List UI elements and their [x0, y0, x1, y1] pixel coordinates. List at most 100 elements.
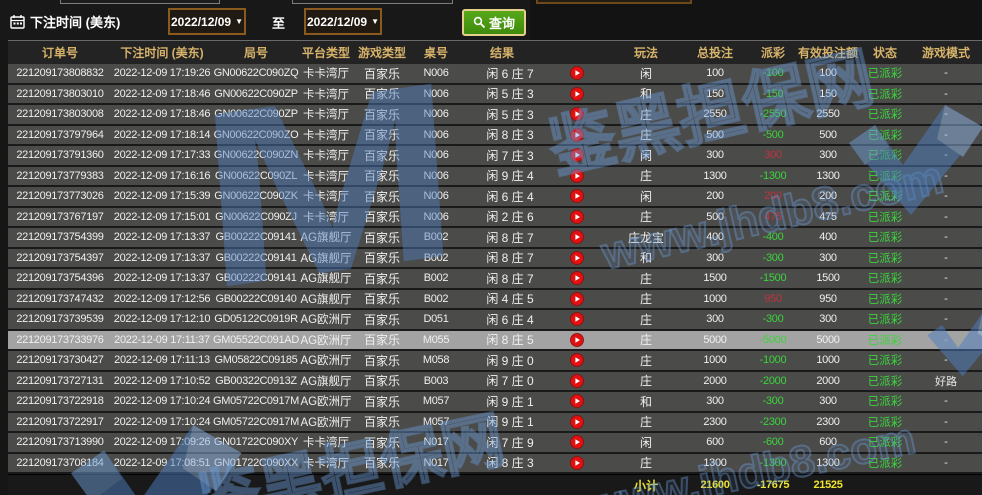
play-method-cell: 闲: [612, 147, 680, 164]
order-number-cell: 221209173754397: [8, 252, 112, 264]
valid-bet-cell: 1500: [796, 272, 860, 284]
play-method-cell: 庄: [612, 106, 680, 123]
table-row[interactable]: 221209173747432 2022-12-09 17:12:56 GB00…: [8, 290, 982, 311]
platform-type-cell: AG欧洲厅: [300, 311, 352, 327]
status-badge: 已派彩: [860, 127, 910, 143]
replay-play-icon[interactable]: [570, 394, 584, 408]
table-row[interactable]: 221209173730427 2022-12-09 17:11:13 GM05…: [8, 351, 982, 372]
replay-play-icon[interactable]: [570, 374, 584, 388]
table-row[interactable]: 221209173803008 2022-12-09 17:18:46 GN00…: [8, 105, 982, 126]
table-row[interactable]: 221209173713990 2022-12-09 17:09:26 GN01…: [8, 433, 982, 454]
game-mode-cell: 好路: [910, 373, 982, 389]
table-number-cell: B002: [412, 293, 460, 305]
status-badge: 已派彩: [860, 188, 910, 204]
table-row[interactable]: 221209173727131 2022-12-09 17:10:52 GB00…: [8, 372, 982, 393]
replay-play-icon[interactable]: [570, 435, 584, 449]
column-header: 结果: [460, 44, 612, 61]
payout-cell: -100: [750, 67, 796, 79]
subtotal-payout: -17675: [750, 479, 796, 491]
game-type-cell: 百家乐: [352, 249, 412, 266]
platform-type-cell: 卡卡湾厅: [300, 65, 352, 81]
replay-play-icon[interactable]: [570, 415, 584, 429]
table-row[interactable]: 221209173754396 2022-12-09 17:13:37 GB00…: [8, 269, 982, 290]
valid-bet-cell: 475: [796, 211, 860, 223]
table-row[interactable]: 221209173803010 2022-12-09 17:18:46 GN00…: [8, 85, 982, 106]
table-row[interactable]: 221209173754399 2022-12-09 17:13:37 GB00…: [8, 228, 982, 249]
replay-play-icon[interactable]: [570, 456, 584, 470]
table-row[interactable]: 221209173722918 2022-12-09 17:10:24 GM05…: [8, 392, 982, 413]
payout-cell: -300: [750, 313, 796, 325]
status-badge: 已派彩: [860, 250, 910, 266]
game-mode-cell: -: [910, 108, 982, 120]
round-number-cell: GD05122C0919R: [212, 313, 300, 325]
replay-play-icon[interactable]: [570, 251, 584, 265]
cropped-input-top-2: [292, 0, 453, 4]
order-number-cell: 221209173791360: [8, 149, 112, 161]
replay-play-icon[interactable]: [570, 271, 584, 285]
status-badge: 已派彩: [860, 455, 910, 471]
replay-play-icon[interactable]: [570, 148, 584, 162]
result-cell: 闲 5 庄 3: [460, 85, 612, 102]
table-number-cell: N006: [412, 88, 460, 100]
result-text: 闲 8 庄 7: [460, 229, 560, 246]
table-row[interactable]: 221209173779383 2022-12-09 17:16:16 GN00…: [8, 167, 982, 188]
bet-time-cell: 2022-12-09 17:18:46: [112, 108, 212, 120]
payout-cell: -500: [750, 129, 796, 141]
table-row[interactable]: 221209173808832 2022-12-09 17:19:26 GN00…: [8, 64, 982, 85]
game-type-cell: 百家乐: [352, 270, 412, 287]
result-text: 闲 9 庄 1: [460, 413, 560, 430]
round-number-cell: GN00622C090ZQ: [212, 67, 300, 79]
bet-time-cell: 2022-12-09 17:13:37: [112, 252, 212, 264]
replay-play-icon[interactable]: [570, 107, 584, 121]
date-range-to-label: 至: [272, 13, 285, 32]
valid-bet-cell: 950: [796, 293, 860, 305]
replay-play-icon[interactable]: [570, 210, 584, 224]
platform-type-cell: AG欧洲厅: [300, 393, 352, 409]
round-number-cell: GN00622C090ZJ: [212, 211, 300, 223]
replay-play-icon[interactable]: [570, 292, 584, 306]
play-method-cell: 庄: [612, 167, 680, 184]
round-number-cell: GN01722C090XY: [212, 436, 300, 448]
table-row[interactable]: 221209173767197 2022-12-09 17:15:01 GN00…: [8, 208, 982, 229]
table-row[interactable]: 221209173791360 2022-12-09 17:17:33 GN00…: [8, 146, 982, 167]
replay-play-icon[interactable]: [570, 66, 584, 80]
date-to-select[interactable]: 2022/12/09 ▼: [304, 8, 382, 35]
order-number-cell: 221209173803010: [8, 88, 112, 100]
game-type-cell: 百家乐: [352, 331, 412, 348]
platform-type-cell: AG欧洲厅: [300, 352, 352, 368]
table-row[interactable]: 221209173733976 2022-12-09 17:11:37 GM05…: [8, 331, 982, 352]
table-row[interactable]: 221209173773026 2022-12-09 17:15:39 GN00…: [8, 187, 982, 208]
subtotal-valid-bet: 21525: [796, 479, 860, 491]
replay-play-icon[interactable]: [570, 353, 584, 367]
game-mode-cell: -: [910, 395, 982, 407]
total-bet-cell: 600: [680, 436, 750, 448]
column-header: 下注时间 (美东): [112, 44, 212, 61]
table-row[interactable]: 221209173708184 2022-12-09 17:08:51 GN01…: [8, 454, 982, 475]
total-bet-cell: 150: [680, 88, 750, 100]
table-row[interactable]: 221209173739539 2022-12-09 17:12:10 GD05…: [8, 310, 982, 331]
table-row[interactable]: 221209173754397 2022-12-09 17:13:37 GB00…: [8, 249, 982, 270]
platform-type-cell: 卡卡湾厅: [300, 188, 352, 204]
round-number-cell: GM05522C091AD: [212, 334, 300, 346]
replay-play-icon[interactable]: [570, 312, 584, 326]
replay-play-icon[interactable]: [570, 169, 584, 183]
result-cell: 闲 8 庄 3: [460, 126, 612, 143]
result-text: 闲 9 庄 4: [460, 167, 560, 184]
table-row[interactable]: 221209173797964 2022-12-09 17:18:14 GN00…: [8, 126, 982, 147]
replay-play-icon[interactable]: [570, 87, 584, 101]
valid-bet-cell: 1000: [796, 354, 860, 366]
play-method-cell: 庄: [612, 311, 680, 328]
chevron-down-icon: ▼: [371, 17, 379, 26]
query-button[interactable]: 查询: [462, 9, 526, 36]
date-from-select[interactable]: 2022/12/09 ▼: [168, 8, 246, 35]
replay-play-icon[interactable]: [570, 230, 584, 244]
replay-play-icon[interactable]: [570, 189, 584, 203]
game-type-cell: 百家乐: [352, 188, 412, 205]
payout-cell: 950: [750, 293, 796, 305]
replay-play-icon[interactable]: [570, 333, 584, 347]
play-method-cell: 和: [612, 249, 680, 266]
bet-time-cell: 2022-12-09 17:11:37: [112, 334, 212, 346]
replay-play-icon[interactable]: [570, 128, 584, 142]
game-type-cell: 百家乐: [352, 208, 412, 225]
table-row[interactable]: 221209173722917 2022-12-09 17:10:24 GM05…: [8, 413, 982, 434]
